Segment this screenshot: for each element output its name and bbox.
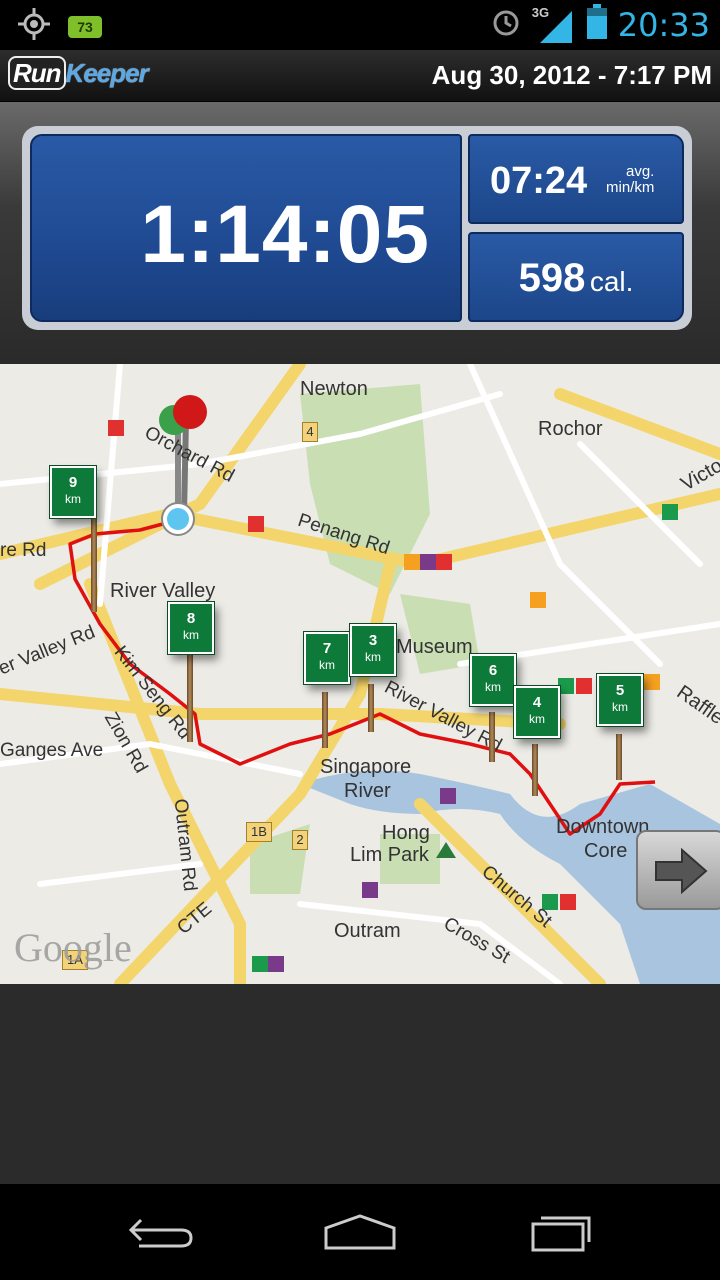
km-marker[interactable]: 4 km <box>514 686 560 738</box>
activity-date: Aug 30, 2012 - 7:17 PM <box>431 60 712 90</box>
duration-box: 1:14:05 <box>30 134 462 322</box>
km-number: 6 <box>488 662 498 679</box>
map-label: Core <box>584 840 628 862</box>
road-label: Ganges Ave <box>0 740 104 761</box>
calories-value: 598 <box>518 256 586 300</box>
km-marker[interactable]: 6 km <box>470 654 516 706</box>
map-label: Hong <box>382 822 430 844</box>
pace-value: 07:24 <box>490 160 588 202</box>
pace-unit-top: avg. <box>625 163 655 180</box>
duration-value: 1:14:05 <box>140 189 430 280</box>
map-label: Singapore <box>320 756 412 778</box>
map-label: Museum <box>396 636 473 658</box>
km-number: 4 <box>532 694 542 711</box>
logo-keeper: Keeper <box>65 58 149 88</box>
back-button[interactable] <box>120 1208 200 1256</box>
runkeeper-logo: Run Keeper <box>8 56 149 90</box>
recent-apps-icon <box>531 1216 591 1252</box>
battery-icon <box>586 4 608 45</box>
km-post <box>489 712 495 762</box>
km-unit: km <box>485 680 501 694</box>
km-number: 8 <box>186 610 196 627</box>
stats-frame: 1:14:05 07:24 avg. min/km 598 cal. <box>22 126 692 330</box>
highway-marker: 1B <box>246 822 272 842</box>
map-label: Outram <box>334 920 401 942</box>
km-unit: km <box>65 492 81 506</box>
km-post <box>368 684 374 732</box>
map-label: Downtown <box>556 816 650 838</box>
km-post <box>616 734 622 780</box>
km-marker[interactable]: 3 km <box>350 624 396 676</box>
calories-unit: cal. <box>589 266 634 297</box>
gps-icon <box>18 8 50 45</box>
home-button[interactable] <box>320 1208 400 1256</box>
logo-run: Run <box>8 56 66 90</box>
pace-box: 07:24 avg. min/km <box>468 134 684 224</box>
km-unit: km <box>529 712 545 726</box>
app-header: Run Keeper Aug 30, 2012 - 7:17 PM <box>0 50 720 102</box>
km-marker[interactable]: 8 km <box>168 602 214 654</box>
km-post <box>187 654 193 742</box>
arrow-right-icon <box>655 847 708 895</box>
signal-icon: 3G <box>532 5 576 45</box>
next-arrow-button[interactable] <box>636 830 720 910</box>
navigation-bar <box>0 1184 720 1280</box>
map-label: River <box>344 780 391 802</box>
highway-marker: 2 <box>292 830 308 850</box>
km-unit: km <box>365 650 381 664</box>
km-marker[interactable]: 9 km <box>50 466 96 518</box>
highway-marker: 4 <box>302 422 318 442</box>
km-marker[interactable]: 7 km <box>304 632 350 684</box>
map-label: Lim Park <box>350 844 429 866</box>
map-label: Newton <box>300 378 368 400</box>
km-marker[interactable]: 5 km <box>597 674 643 726</box>
back-icon <box>128 1218 193 1248</box>
notification-badge: 73 <box>68 15 102 38</box>
stats-panel: 1:14:05 07:24 avg. min/km 598 cal. <box>0 102 720 364</box>
km-post <box>532 744 538 796</box>
km-number: 5 <box>615 682 625 699</box>
home-icon <box>324 1214 396 1250</box>
screen: 73 3G 20:33 Run Keeper Aug 30, 2012 - 7:… <box>0 0 720 1280</box>
alarm-icon <box>490 6 522 43</box>
map-label: Rochor <box>538 418 603 440</box>
km-unit: km <box>319 658 335 672</box>
google-attribution: Google <box>14 925 132 970</box>
km-unit: km <box>183 628 199 642</box>
km-unit: km <box>612 700 628 714</box>
km-number: 3 <box>368 632 378 649</box>
km-post <box>91 516 97 612</box>
recent-apps-button[interactable] <box>520 1208 600 1256</box>
pace-unit-bottom: min/km <box>606 179 655 196</box>
road-label: re Rd <box>0 540 47 561</box>
status-bar: 73 3G 20:33 <box>0 0 720 50</box>
clock: 20:33 <box>617 5 710 44</box>
route-map[interactable]: Newton Rochor River Valley Museum Singap… <box>0 364 720 984</box>
map-label: River Valley <box>110 580 216 602</box>
pace-unit: avg. min/km <box>606 164 654 196</box>
km-number: 9 <box>68 474 78 491</box>
km-number: 7 <box>322 640 332 657</box>
km-post <box>322 692 328 748</box>
calories-box: 598 cal. <box>468 232 684 322</box>
